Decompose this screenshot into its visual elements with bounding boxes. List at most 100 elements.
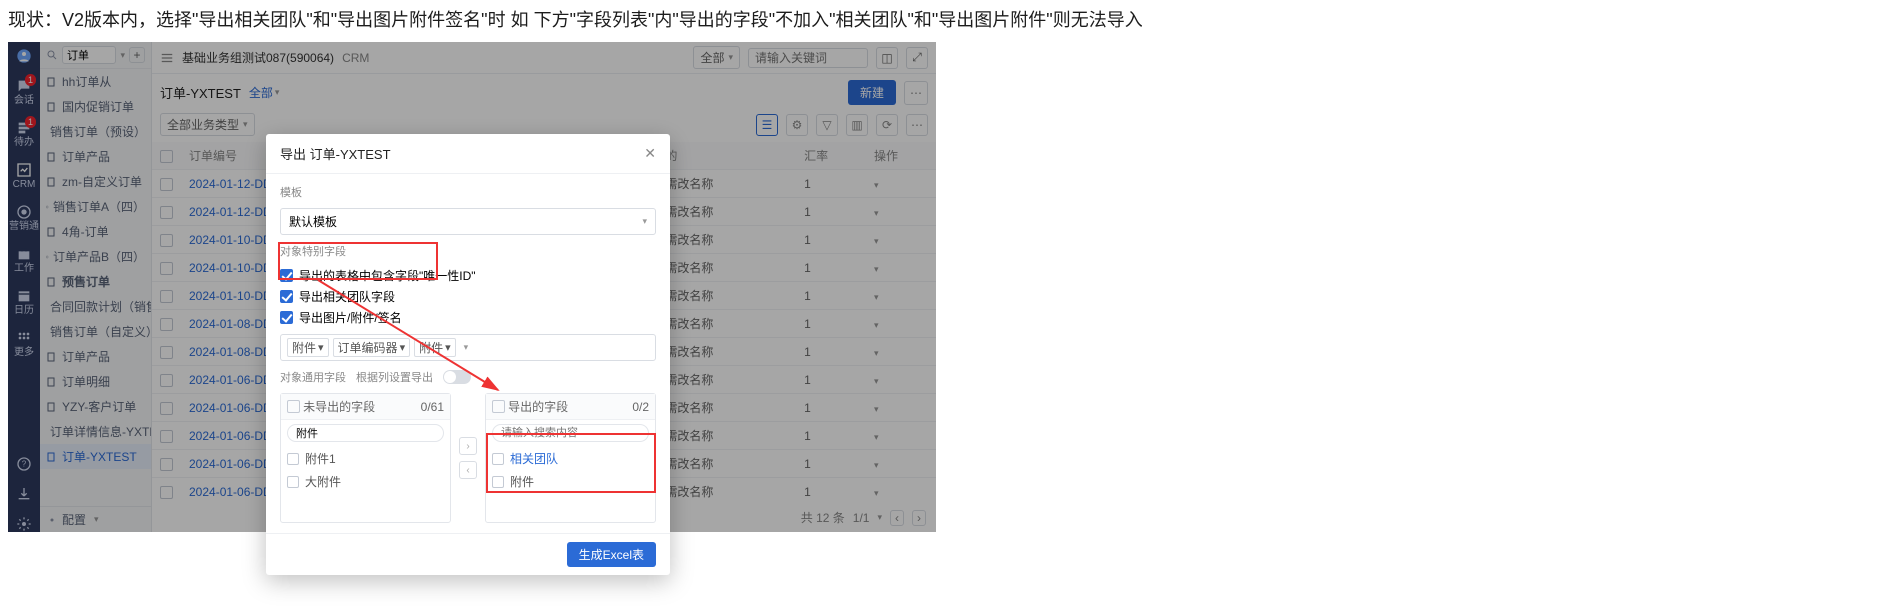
new-button[interactable]: 新建 [848, 80, 896, 105]
rail-settings[interactable] [16, 516, 32, 532]
sidebar-item[interactable]: 4角-订单 [40, 219, 151, 244]
sidebar-item[interactable]: hh订单从 [40, 69, 151, 94]
sidebar-item[interactable]: 销售订单A（四） [40, 194, 151, 219]
row-action[interactable]: ▾ [866, 450, 936, 478]
row-checkbox[interactable] [160, 346, 173, 359]
sidebar-item[interactable]: 预售订单 [40, 269, 151, 294]
breadcrumb[interactable]: 基础业务组测试087(590064) [182, 49, 334, 66]
sidebar-config[interactable]: 配置▾ [40, 507, 151, 532]
row-checkbox[interactable] [160, 402, 173, 415]
row-action[interactable]: ▾ [866, 394, 936, 422]
rail-help[interactable]: ? [16, 456, 32, 472]
panel-select-all[interactable] [287, 400, 300, 413]
hamburger-icon[interactable] [160, 51, 174, 65]
row-checkbox[interactable] [160, 458, 173, 471]
search-icon [46, 49, 58, 61]
close-icon[interactable]: ✕ [644, 145, 656, 162]
sidebar-item[interactable]: 订单明细 [40, 369, 151, 394]
generate-excel-button[interactable]: 生成Excel表 [567, 542, 656, 567]
sidebar-item[interactable]: 订单产品 [40, 344, 151, 369]
view-list-icon[interactable]: ☰ [756, 114, 778, 136]
checkbox-icon [280, 290, 293, 303]
order-toggle[interactable] [443, 370, 471, 384]
col-rate[interactable]: 汇率 [796, 142, 866, 170]
global-search-input[interactable] [748, 48, 868, 68]
selected-fields-tags[interactable]: 附件 ▾ 订单编码器 ▾ 附件 ▾ ▾ [280, 334, 656, 361]
pager-next[interactable]: › [912, 510, 926, 526]
avatar-icon [16, 48, 32, 64]
chevron-down-icon: ▾ [94, 514, 99, 525]
row-action[interactable]: ▾ [866, 254, 936, 282]
rail-marketing[interactable]: 营销通 [9, 204, 39, 232]
biz-type-select[interactable]: 全部业务类型▾ [160, 113, 255, 136]
row-checkbox[interactable] [160, 178, 173, 191]
sidebar-item[interactable]: YZY-客户订单 [40, 394, 151, 419]
col-action[interactable]: 操作 [866, 142, 936, 170]
tag-encoder[interactable]: 订单编码器 ▾ [333, 338, 411, 357]
list-item[interactable]: 大附件 [287, 471, 444, 492]
filter-icon[interactable]: ▽ [816, 114, 838, 136]
sidebar-item[interactable]: 订单产品 [40, 144, 151, 169]
panel-select-all[interactable] [492, 400, 505, 413]
list-item[interactable]: 附件1 [287, 448, 444, 469]
sidebar-item[interactable]: 国内促销订单 [40, 94, 151, 119]
topbar-thumb-icon[interactable]: ◫ [876, 47, 898, 69]
rail-crm[interactable]: CRM [13, 162, 36, 190]
move-left-button[interactable]: ‹ [459, 461, 477, 479]
select-all-checkbox[interactable] [160, 150, 173, 163]
toolbar-more-button[interactable]: ⋯ [904, 81, 928, 105]
more-icon[interactable]: ⋯ [906, 114, 928, 136]
refresh-icon[interactable]: ⟳ [876, 114, 898, 136]
topbar-expand-icon[interactable]: ⤢ [906, 47, 928, 69]
row-action[interactable]: ▾ [866, 422, 936, 450]
template-select[interactable]: 默认模板▾ [280, 208, 656, 235]
rail-avatar[interactable] [16, 48, 32, 64]
sidebar-item[interactable]: zm-自定义订单 [40, 169, 151, 194]
move-right-button[interactable]: › [459, 437, 477, 455]
row-checkbox[interactable] [160, 262, 173, 275]
chevron-down-icon[interactable]: ▾ [120, 50, 125, 61]
sidebar-item[interactable]: 订单-YXTEST [40, 444, 151, 469]
rail-work[interactable]: 工作 [14, 246, 34, 274]
sidebar-search-input[interactable] [62, 46, 116, 64]
columns-icon[interactable]: ▥ [846, 114, 868, 136]
rail-messages[interactable]: 1会话 [14, 78, 34, 106]
left-search-input[interactable] [287, 424, 444, 442]
rail-download[interactable] [16, 486, 32, 502]
chk-export-team[interactable]: 导出相关团队字段 [280, 288, 656, 305]
scope-dropdown[interactable]: 全部▾ [249, 84, 280, 101]
sidebar-add-button[interactable]: + [129, 47, 145, 63]
pager-prev[interactable]: ‹ [890, 510, 904, 526]
sidebar-item[interactable]: 销售订单（预设） [40, 119, 151, 144]
rail-todo[interactable]: 1待办 [14, 120, 34, 148]
row-action[interactable]: ▾ [866, 282, 936, 310]
export-modal: 导出 订单-YXTEST ✕ 模板 默认模板▾ 对象特别字段 导出的表格中包含字… [266, 134, 670, 575]
sidebar-item[interactable]: 销售订单（自定义） [40, 319, 151, 344]
sidebar-item[interactable]: 订单详情信息-YXTEST [40, 419, 151, 444]
sidebar: ▾ + hh订单从国内促销订单销售订单（预设）订单产品zm-自定义订单销售订单A… [40, 42, 152, 532]
row-checkbox[interactable] [160, 234, 173, 247]
topbar-scope-select[interactable]: 全部▾ [693, 46, 740, 69]
tag-attachment[interactable]: 附件 ▾ [287, 338, 329, 357]
rail-calendar[interactable]: 日历 [14, 288, 34, 316]
row-action[interactable]: ▾ [866, 338, 936, 366]
chk-export-image-attachment[interactable]: 导出图片/附件/签名 [280, 309, 656, 326]
briefcase-icon [16, 246, 32, 262]
row-action[interactable]: ▾ [866, 170, 936, 198]
row-checkbox[interactable] [160, 318, 173, 331]
rail-more[interactable]: 更多 [14, 330, 34, 358]
row-checkbox[interactable] [160, 486, 173, 499]
row-checkbox[interactable] [160, 290, 173, 303]
row-action[interactable]: ▾ [866, 478, 936, 504]
row-checkbox[interactable] [160, 374, 173, 387]
row-action[interactable]: ▾ [866, 366, 936, 394]
tag-attachment2[interactable]: 附件 ▾ [414, 338, 456, 357]
row-action[interactable]: ▾ [866, 226, 936, 254]
row-action[interactable]: ▾ [866, 198, 936, 226]
sidebar-item[interactable]: 订单产品B（四） [40, 244, 151, 269]
row-action[interactable]: ▾ [866, 310, 936, 338]
view-settings-icon[interactable]: ⚙ [786, 114, 808, 136]
sidebar-item[interactable]: 合同回款计划（销售订单团队） [40, 294, 151, 319]
row-checkbox[interactable] [160, 430, 173, 443]
row-checkbox[interactable] [160, 206, 173, 219]
